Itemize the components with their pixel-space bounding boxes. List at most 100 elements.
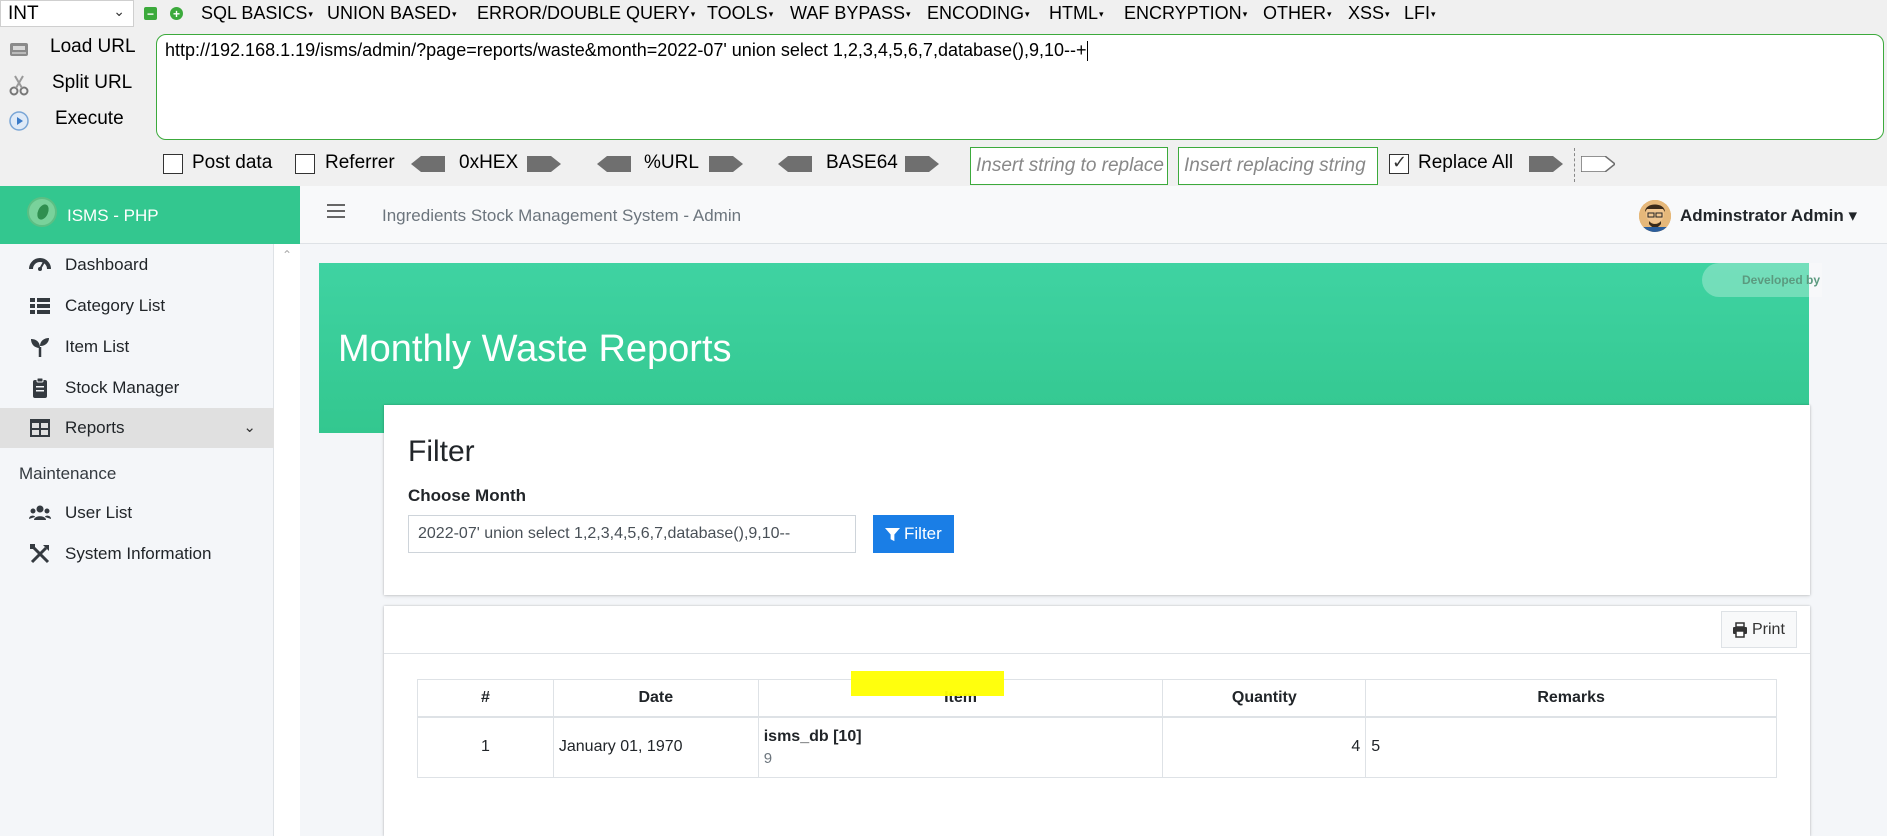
menu-lfi[interactable]: LFI▾ <box>1404 3 1436 24</box>
menu-label: ENCODING <box>927 3 1025 23</box>
text-cursor <box>1086 41 1088 62</box>
chevron-down-icon: ⌄ <box>243 419 256 436</box>
sidebar-item-item-list[interactable]: Item List <box>0 327 274 367</box>
month-input-value: 2022-07' union select 1,2,3,4,5,6,7,data… <box>418 525 791 542</box>
system-title: Ingredients Stock Management System - Ad… <box>382 206 742 225</box>
url-encode-label: %URL <box>644 152 699 173</box>
url-textarea[interactable]: http://192.168.1.19/isms/admin/?page=rep… <box>156 34 1884 140</box>
play-icon <box>9 111 29 131</box>
highlight-marker <box>851 671 1004 696</box>
clipboard-icon <box>33 377 47 398</box>
filter-card: Filter Choose Month 2022-07' union selec… <box>384 405 1810 595</box>
decrease-icon[interactable]: − <box>144 7 157 20</box>
injection-type-select[interactable]: INT ⌄ <box>0 0 134 27</box>
base64-right-arrow-icon[interactable] <box>905 156 939 172</box>
menu-label: TOOLS <box>707 3 768 23</box>
list-icon <box>30 298 50 314</box>
sidebar-item-label: Reports <box>65 418 125 437</box>
injection-type-value: INT <box>8 2 39 24</box>
card-header-divider <box>384 653 1810 654</box>
url-encode-left-arrow-icon[interactable] <box>597 156 631 172</box>
cell-item: isms_db [10] 9 <box>757 716 1164 778</box>
user-menu-toggle[interactable]: Adminstrator Admin ▾ <box>1680 206 1857 226</box>
column-header-number: # <box>417 679 554 718</box>
main-content: Developed by oretnom23 Monthly Waste Rep… <box>300 244 1887 836</box>
replace-string-placeholder: Insert string to replace <box>976 155 1164 176</box>
replacing-string-input[interactable]: Insert replacing string <box>1178 147 1378 185</box>
load-url-label: Load URL <box>50 36 136 57</box>
menu-error-double-query[interactable]: ERROR/DOUBLE QUERY▾ <box>477 3 695 24</box>
execute-button[interactable]: Execute <box>0 105 150 135</box>
sidebar-item-category-list[interactable]: Category List <box>0 286 274 326</box>
replace-all-checkbox[interactable] <box>1389 152 1409 174</box>
menu-xss[interactable]: XSS▾ <box>1348 3 1390 24</box>
sidebar-item-label: Stock Manager <box>65 378 180 397</box>
menu-label: LFI <box>1404 3 1431 23</box>
sidebar-item-label: Category List <box>65 296 166 315</box>
print-button-label: Print <box>1752 620 1785 638</box>
hex-encode-left-arrow-icon[interactable] <box>411 156 445 172</box>
waste-report-table: # Date Item Quantity Remarks 1 January 0… <box>417 679 1777 778</box>
page-title: Monthly Waste Reports <box>338 328 732 370</box>
increase-icon[interactable]: + <box>170 7 183 20</box>
menu-encryption[interactable]: ENCRYPTION▾ <box>1124 3 1247 24</box>
table-header-row: # Date Item Quantity Remarks <box>417 679 1777 718</box>
print-button[interactable]: Print <box>1721 611 1797 648</box>
url-encode-right-arrow-icon[interactable] <box>709 156 743 172</box>
menu-html[interactable]: HTML▾ <box>1049 3 1104 24</box>
hackbar-options-row: Post data Referrer 0xHEX %URL BASE64 Ins… <box>0 146 1887 185</box>
hex-encode-right-arrow-icon[interactable] <box>527 156 561 172</box>
report-card: Print # Date Item Quantity Remarks 1 Jan… <box>384 606 1810 836</box>
menu-union-based[interactable]: UNION BASED▾ <box>327 3 457 24</box>
avatar[interactable] <box>1639 200 1671 232</box>
filter-title: Filter <box>408 435 475 468</box>
sidebar-item-stock-manager[interactable]: Stock Manager <box>0 368 274 408</box>
menu-tools[interactable]: TOOLS▾ <box>707 3 773 24</box>
split-url-button[interactable]: Split URL <box>0 69 150 99</box>
replace-run-arrow-icon[interactable] <box>1529 156 1563 172</box>
sidebar-item-label: User List <box>65 503 133 522</box>
base64-left-arrow-icon[interactable] <box>778 156 812 172</box>
menu-label: SQL BASICS <box>201 3 308 23</box>
menu-waf-bypass[interactable]: WAF BYPASS▾ <box>790 3 911 24</box>
sidebar-scroll-up-icon[interactable]: ⌃ <box>282 248 292 262</box>
hackbar-menu-row: INT ⌄ − + SQL BASICS▾ UNION BASED▾ ERROR… <box>0 0 1887 27</box>
sidebar-item-dashboard[interactable]: Dashboard <box>0 245 274 285</box>
referrer-checkbox[interactable] <box>295 154 315 174</box>
replace-string-input[interactable]: Insert string to replace <box>970 147 1168 185</box>
cell-remarks: 5 <box>1365 716 1777 778</box>
sidebar-item-user-list[interactable]: User List <box>0 493 274 533</box>
user-name: Adminstrator Admin <box>1680 206 1844 225</box>
referrer-label: Referrer <box>325 152 395 173</box>
print-icon <box>1733 621 1747 638</box>
post-data-checkbox[interactable] <box>163 154 183 174</box>
sidebar-item-system-information[interactable]: System Information <box>0 534 274 574</box>
post-data-label: Post data <box>192 152 273 173</box>
brand-link[interactable]: ISMS - PHP <box>0 186 300 244</box>
filter-button[interactable]: Filter <box>873 515 954 553</box>
options-divider <box>1574 148 1575 182</box>
column-header-date: Date <box>552 679 759 718</box>
hamburger-menu-icon[interactable] <box>327 204 345 220</box>
cell-date: January 01, 1970 <box>552 716 759 778</box>
caret-down-icon: ▾ <box>1848 206 1857 225</box>
base64-label: BASE64 <box>826 152 898 173</box>
menu-sql-basics[interactable]: SQL BASICS▾ <box>201 3 313 24</box>
sidebar-item-reports[interactable]: Reports ⌄ <box>0 408 274 448</box>
sidebar-header-maintenance: Maintenance <box>19 464 117 483</box>
menu-label: HTML <box>1049 3 1098 23</box>
month-input[interactable]: 2022-07' union select 1,2,3,4,5,6,7,data… <box>408 515 856 553</box>
dashboard-gauge-icon <box>29 258 51 271</box>
load-url-button[interactable]: Load URL <box>0 33 150 63</box>
menu-label: ENCRYPTION <box>1124 3 1242 23</box>
menu-encoding[interactable]: ENCODING▾ <box>927 3 1030 24</box>
execute-label: Execute <box>55 108 124 129</box>
table-icon <box>30 419 50 437</box>
split-url-label: Split URL <box>52 72 133 93</box>
users-icon <box>29 505 51 520</box>
menu-other[interactable]: OTHER▾ <box>1263 3 1332 24</box>
column-header-quantity: Quantity <box>1162 679 1367 718</box>
developer-badge-text: Developed by oretnom23 <box>1742 273 1822 287</box>
replace-forward-arrow-icon[interactable] <box>1581 156 1615 172</box>
chevron-down-icon: ⌄ <box>113 3 125 19</box>
